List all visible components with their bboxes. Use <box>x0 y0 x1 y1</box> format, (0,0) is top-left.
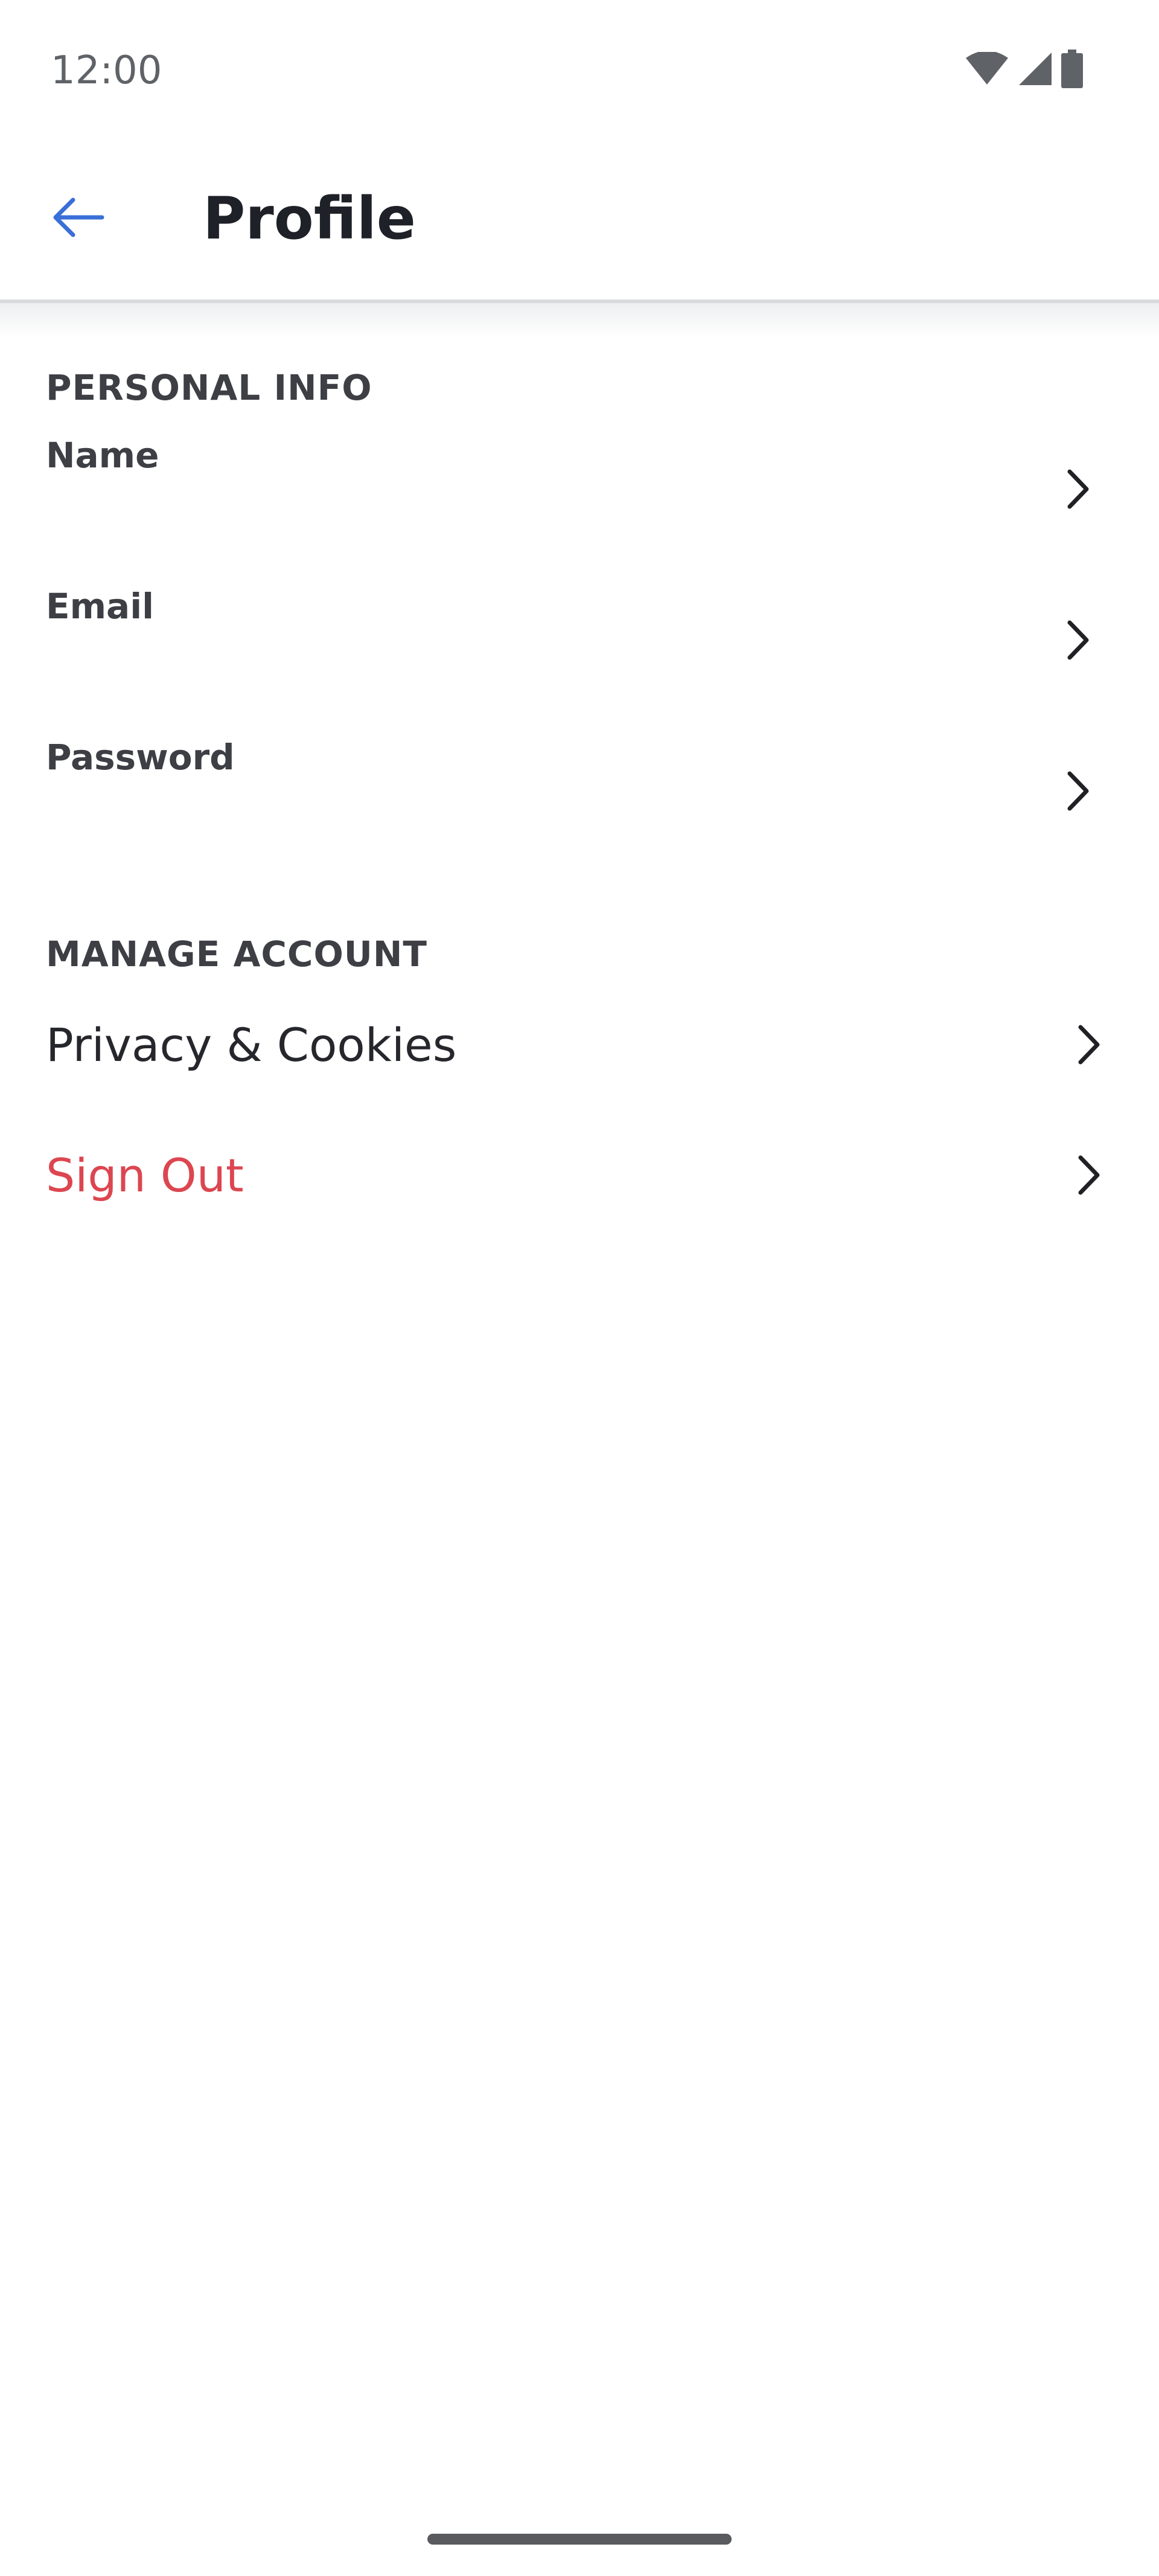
email-row[interactable]: Email <box>0 586 1159 731</box>
sign-out-row[interactable]: Sign Out <box>0 1121 1159 1229</box>
name-row[interactable]: Name <box>0 435 1159 580</box>
app-bar-shadow <box>0 303 1159 338</box>
manage-account-header: MANAGE ACCOUNT <box>46 934 427 975</box>
chevron-right-icon <box>1056 464 1100 514</box>
navigation-handle[interactable] <box>427 2534 732 2545</box>
back-button[interactable] <box>39 179 118 258</box>
privacy-cookies-label: Privacy & Cookies <box>46 1018 457 1072</box>
chevron-right-icon <box>1056 766 1100 816</box>
arrow-left-icon <box>51 196 106 242</box>
page-title: Profile <box>203 185 416 252</box>
email-label: Email <box>46 586 154 627</box>
battery-icon <box>1061 49 1083 91</box>
profile-screen: 12:00 Profile PERSONAL INFO Name Email P… <box>0 0 1159 2576</box>
name-label: Name <box>46 435 159 476</box>
chevron-right-icon <box>1056 615 1100 665</box>
status-time: 12:00 <box>51 48 162 93</box>
password-row[interactable]: Password <box>0 737 1159 882</box>
app-bar: Profile <box>0 143 1159 300</box>
personal-info-header: PERSONAL INFO <box>46 367 372 408</box>
wifi-icon <box>965 50 1009 89</box>
sign-out-label: Sign Out <box>46 1149 244 1202</box>
privacy-cookies-row[interactable]: Privacy & Cookies <box>0 990 1159 1099</box>
chevron-right-icon <box>1067 1019 1111 1070</box>
cell-signal-icon <box>1018 51 1053 89</box>
chevron-right-icon <box>1067 1150 1111 1200</box>
password-label: Password <box>46 737 235 778</box>
status-bar: 12:00 <box>0 0 1159 143</box>
status-icons <box>965 49 1083 91</box>
